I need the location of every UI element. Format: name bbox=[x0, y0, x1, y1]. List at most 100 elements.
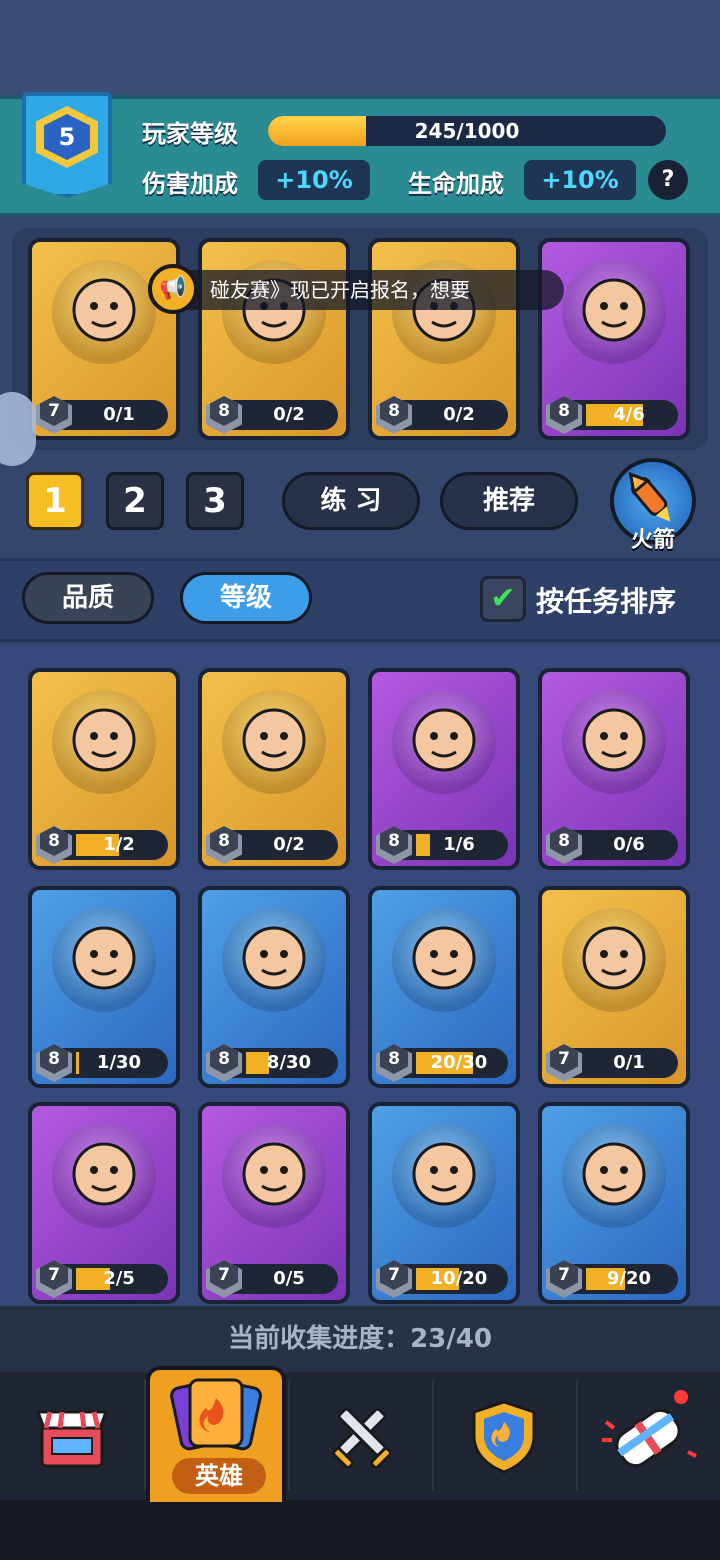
megaphone-icon: 📢 bbox=[148, 264, 198, 314]
team-hero-card[interactable]: 8 4/6 bbox=[538, 238, 690, 440]
card-progress-bar: 8 0/2 bbox=[376, 396, 508, 434]
tribal-brute-icon bbox=[392, 908, 496, 1012]
viking-dwarf-icon bbox=[52, 908, 156, 1012]
level-hex-icon: 7 bbox=[36, 396, 72, 434]
shop-icon bbox=[35, 1410, 109, 1468]
card-progress-bar: 8 0/2 bbox=[206, 396, 338, 434]
hero-card[interactable]: 8 0/6 bbox=[538, 668, 690, 870]
recommend-button[interactable]: 推荐 bbox=[440, 472, 578, 530]
hero-card[interactable]: 7 10/20 bbox=[368, 1102, 520, 1304]
card-level: 8 bbox=[550, 396, 578, 426]
nav-gift[interactable] bbox=[576, 1382, 720, 1494]
hero-card[interactable]: 7 9/20 bbox=[538, 1102, 690, 1304]
card-progress-track: 20/30 bbox=[416, 1052, 502, 1074]
help-button[interactable]: ? bbox=[648, 160, 688, 200]
card-progress-track: 0/2 bbox=[416, 404, 502, 426]
card-level: 7 bbox=[210, 1260, 238, 1290]
nav-heroes-label: 英雄 bbox=[172, 1458, 266, 1494]
card-progress-bar: 8 20/30 bbox=[376, 1044, 508, 1082]
sort-by-task-label: 按任务排序 bbox=[536, 585, 677, 618]
nav-battle[interactable] bbox=[288, 1382, 432, 1494]
level-hex-icon: 7 bbox=[546, 1260, 582, 1298]
damage-bonus-value: +10% bbox=[258, 160, 370, 200]
bird-trio-icon bbox=[392, 1124, 496, 1228]
level-hex-icon: 7 bbox=[376, 1260, 412, 1298]
level-hex-icon: 8 bbox=[206, 396, 242, 434]
banana-ape-icon bbox=[562, 690, 666, 794]
card-progress-text: 0/6 bbox=[613, 834, 645, 855]
card-progress-track: 0/2 bbox=[246, 404, 332, 426]
card-progress-bar: 7 0/1 bbox=[36, 396, 168, 434]
level-hex-icon: 8 bbox=[376, 396, 412, 434]
level-hex-icon: 8 bbox=[206, 826, 242, 864]
card-level: 8 bbox=[40, 1044, 68, 1074]
top-background bbox=[0, 0, 720, 95]
sort-by-task-checkbox[interactable]: ✔ bbox=[480, 576, 526, 622]
card-progress-bar: 8 1/2 bbox=[36, 826, 168, 864]
card-progress-text: 9/20 bbox=[606, 1268, 652, 1289]
card-progress-track: 0/2 bbox=[246, 834, 332, 856]
hp-bonus-value: +10% bbox=[524, 160, 636, 200]
sort-level-button[interactable]: 等级 bbox=[180, 572, 312, 624]
team-hero-card[interactable]: 8 0/2 bbox=[368, 238, 520, 440]
card-progress-bar: 8 0/2 bbox=[206, 826, 338, 864]
card-progress-text: 0/2 bbox=[273, 834, 305, 855]
card-progress-track: 4/6 bbox=[586, 404, 672, 426]
card-progress-text: 0/2 bbox=[273, 404, 305, 425]
pirate-brute-icon bbox=[562, 1124, 666, 1228]
level-hex-icon: 8 bbox=[36, 1044, 72, 1082]
team-hero-card[interactable]: 8 0/2 bbox=[198, 238, 350, 440]
card-progress-track: 8/30 bbox=[246, 1052, 332, 1074]
side-floating-icon[interactable] bbox=[0, 392, 36, 466]
spider-hero-icon bbox=[562, 908, 666, 1012]
card-progress-text: 0/2 bbox=[443, 404, 475, 425]
tiger-pirate-icon bbox=[222, 1124, 326, 1228]
hero-card[interactable]: 8 20/30 bbox=[368, 886, 520, 1088]
spartan-hero-icon bbox=[222, 908, 326, 1012]
card-progress-track: 0/5 bbox=[246, 1268, 332, 1290]
hero-card[interactable]: 8 1/2 bbox=[28, 668, 180, 870]
hero-card[interactable]: 8 1/30 bbox=[28, 886, 180, 1088]
nav-clan[interactable] bbox=[432, 1382, 576, 1494]
hero-card[interactable]: 7 0/5 bbox=[198, 1102, 350, 1304]
hero-card[interactable]: 8 1/6 bbox=[368, 668, 520, 870]
card-progress-track: 0/1 bbox=[586, 1052, 672, 1074]
nav-shop[interactable] bbox=[0, 1382, 144, 1494]
level-hex-icon: 8 bbox=[376, 826, 412, 864]
card-progress-text: 4/6 bbox=[613, 404, 645, 425]
team-tab-2[interactable]: 2 bbox=[106, 472, 164, 530]
card-progress-bar: 8 0/6 bbox=[546, 826, 678, 864]
xp-progress-text: 245/1000 bbox=[414, 119, 520, 143]
card-progress-bar: 8 1/6 bbox=[376, 826, 508, 864]
hero-card[interactable]: 8 8/30 bbox=[198, 886, 350, 1088]
hero-card[interactable]: 7 2/5 bbox=[28, 1102, 180, 1304]
sort-quality-button[interactable]: 品质 bbox=[22, 572, 154, 624]
level-hex-icon: 8 bbox=[546, 396, 582, 434]
card-level: 7 bbox=[40, 396, 68, 426]
card-progress-track: 0/1 bbox=[76, 404, 162, 426]
card-level: 7 bbox=[550, 1044, 578, 1074]
hero-card[interactable]: 7 0/1 bbox=[538, 886, 690, 1088]
damage-bonus-label: 伤害加成 bbox=[142, 170, 238, 198]
team-tab-3[interactable]: 3 bbox=[186, 472, 244, 530]
card-progress-text: 1/6 bbox=[443, 834, 475, 855]
hero-card[interactable]: 8 0/2 bbox=[198, 668, 350, 870]
card-progress-bar: 7 0/1 bbox=[546, 1044, 678, 1082]
announcement-ticker[interactable]: 碰友赛》现已开启报名，想要 bbox=[150, 270, 564, 310]
collection-progress: 当前收集进度：23/40 bbox=[0, 1306, 720, 1372]
card-progress-track: 2/5 bbox=[76, 1268, 162, 1290]
card-level: 8 bbox=[210, 1044, 238, 1074]
card-progress-bar: 8 1/30 bbox=[36, 1044, 168, 1082]
hero-cards-icon bbox=[170, 1378, 262, 1451]
bull-warrior-icon bbox=[392, 690, 496, 794]
xp-progress-bar: 245/1000 bbox=[268, 116, 666, 146]
card-level: 8 bbox=[380, 1044, 408, 1074]
hook-ogre-icon bbox=[52, 1124, 156, 1228]
crossed-swords-icon bbox=[332, 1407, 392, 1469]
player-level-label: 玩家等级 bbox=[142, 120, 238, 148]
practice-button[interactable]: 练 习 bbox=[282, 472, 420, 530]
team-tab-1[interactable]: 1 bbox=[26, 472, 84, 530]
card-level: 8 bbox=[40, 826, 68, 856]
level-hex-icon: 8 bbox=[36, 826, 72, 864]
clan-shield-icon bbox=[472, 1400, 536, 1474]
